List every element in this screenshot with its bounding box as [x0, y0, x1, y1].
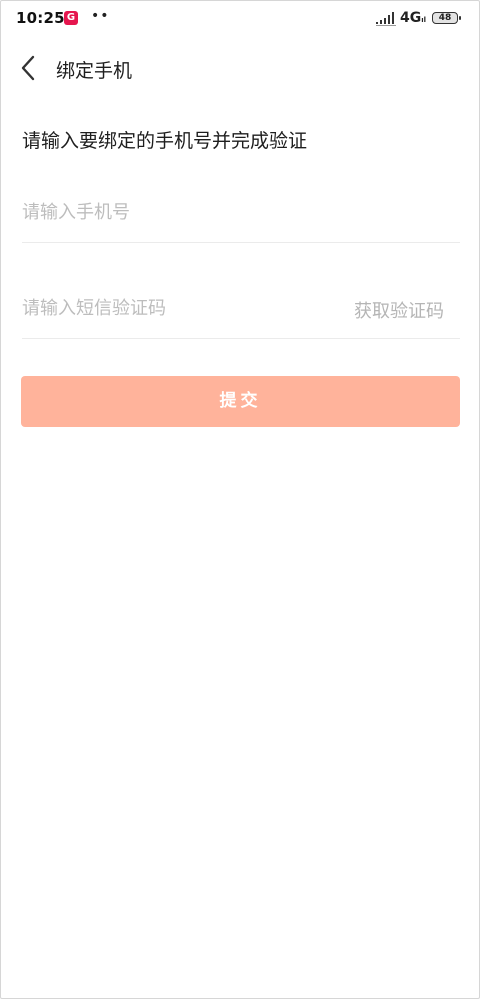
signal-icon [376, 12, 396, 26]
more-notifications-dots: •• [91, 8, 110, 24]
network-bars: ıl [421, 16, 427, 24]
phone-input[interactable] [22, 192, 460, 232]
chevron-left-icon [21, 55, 35, 81]
network-type: 4Gıl [400, 10, 426, 26]
app-notification-icon: G [64, 11, 78, 25]
back-button[interactable] [14, 52, 44, 84]
get-code-button[interactable]: 获取验证码 [354, 297, 444, 323]
code-field: 获取验证码 [22, 278, 460, 339]
network-type-label: 4G [400, 10, 422, 26]
status-bar: 10:25 G •• 4Gıl 48 [0, 0, 480, 40]
sms-code-input[interactable] [22, 288, 322, 328]
submit-button[interactable]: 提交 [21, 376, 460, 427]
instruction-text: 请输入要绑定的手机号并完成验证 [22, 130, 308, 152]
battery-level: 48 [432, 12, 458, 24]
phone-field [22, 182, 460, 243]
header: 绑定手机 [0, 44, 480, 92]
page-title: 绑定手机 [56, 60, 133, 82]
status-time: 10:25 [16, 9, 65, 27]
battery-icon: 48 [432, 12, 461, 26]
battery-cap [459, 16, 461, 20]
